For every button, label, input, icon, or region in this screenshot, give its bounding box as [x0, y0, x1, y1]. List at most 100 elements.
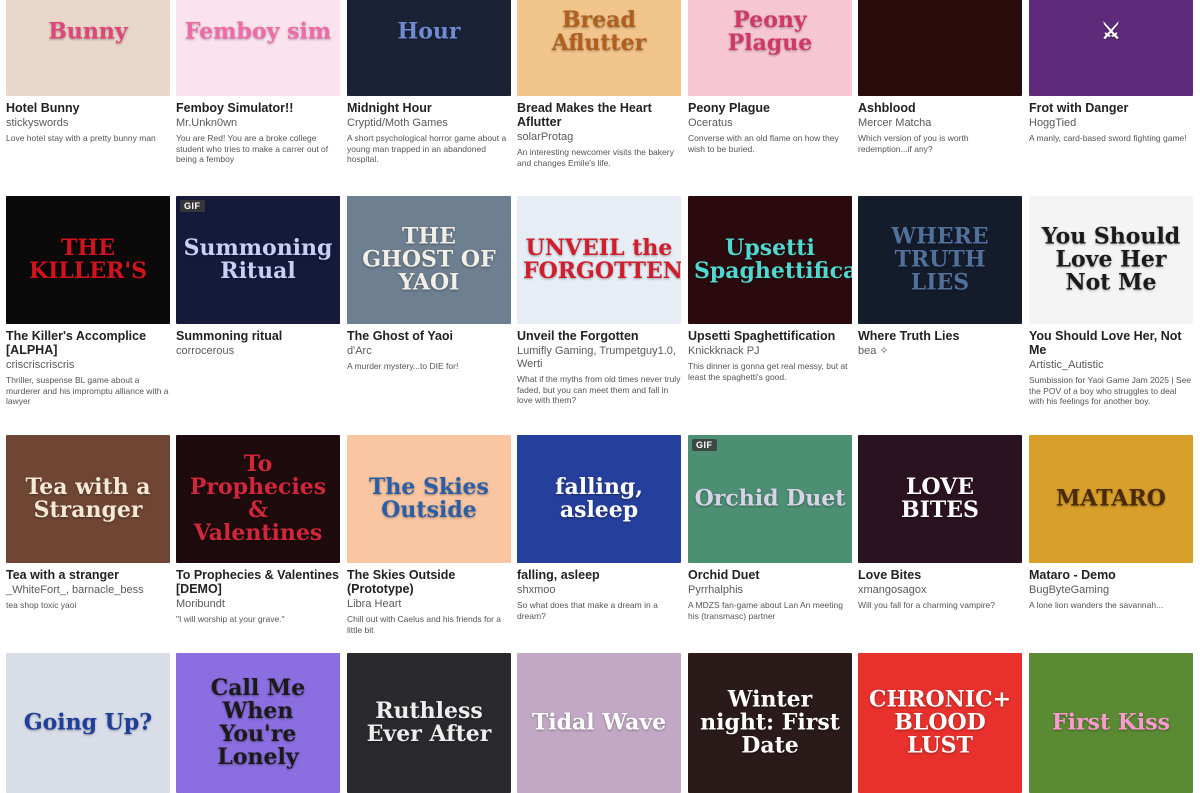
game-title-link[interactable]: Unveil the Forgotten	[517, 329, 681, 343]
game-card[interactable]: WHERE TRUTH LIES Where Truth Lies bea ✧	[858, 196, 1022, 358]
game-card[interactable]: Ashblood Mercer Matcha Which version of yo…	[858, 0, 1022, 154]
game-title-link[interactable]: Hotel Bunny	[6, 101, 170, 115]
game-card[interactable]: Hour Midnight Hour Cryptid/Moth Games A sho…	[347, 0, 511, 165]
game-card[interactable]: Bunny Hotel Bunny stickyswords Love hotel s…	[6, 0, 170, 144]
game-author-link[interactable]: Mercer Matcha	[858, 117, 1022, 130]
game-thumbnail[interactable]: LOVE BITES	[858, 435, 1022, 563]
game-author-link[interactable]: bea ✧	[858, 345, 1022, 358]
game-card[interactable]: Tidal Wave	[517, 653, 681, 793]
game-thumbnail[interactable]: To Prophecies & Valentines	[176, 435, 340, 563]
game-thumbnail[interactable]: Femboy sim	[176, 0, 340, 96]
game-title-link[interactable]: Ashblood	[858, 101, 1022, 115]
game-card[interactable]: Going Up?	[6, 653, 170, 793]
game-thumbnail[interactable]: You Should Love Her Not Me	[1029, 196, 1193, 324]
game-card[interactable]: ⚔ Frot with Danger HoggTied A manly, card-b…	[1029, 0, 1193, 144]
game-author-link[interactable]: Oceratus	[688, 117, 852, 130]
game-thumbnail[interactable]: Bread Aflutter	[517, 0, 681, 96]
game-title-link[interactable]: The Killer's Accomplice [ALPHA]	[6, 329, 170, 357]
game-thumbnail[interactable]: The Skies Outside	[347, 435, 511, 563]
game-author-link[interactable]: Libra Heart	[347, 598, 511, 611]
game-author-link[interactable]: Lumifly Gaming, Trumpetguy1.0, Werti	[517, 345, 681, 371]
game-author-link[interactable]: Mr.Unkn0wn	[176, 117, 340, 130]
game-title-link[interactable]: Love Bites	[858, 568, 1022, 582]
game-thumbnail[interactable]: Peony Plague	[688, 0, 852, 96]
game-card[interactable]: UNVEIL the FORGOTTEN Unveil the Forgotten…	[517, 196, 681, 406]
game-title-link[interactable]: Femboy Simulator!!	[176, 101, 340, 115]
game-description: Love hotel stay with a pretty bunny man	[6, 133, 156, 143]
game-card[interactable]: First Kiss	[1029, 653, 1193, 793]
game-thumbnail[interactable]: Ruthless Ever After	[347, 653, 511, 793]
game-thumbnail[interactable]: THE KILLER'S	[6, 196, 170, 324]
game-title-link[interactable]: Where Truth Lies	[858, 329, 1022, 343]
game-title-link[interactable]: Summoning ritual	[176, 329, 340, 343]
game-author-link[interactable]: _WhiteFort_, barnacle_bess	[6, 584, 170, 597]
game-card[interactable]: Call Me When You're Lonely	[176, 653, 340, 793]
game-thumbnail[interactable]: Summoning Ritual GIF	[176, 196, 340, 324]
game-card[interactable]: Tea with a Stranger Tea with a stranger _W…	[6, 435, 170, 611]
game-thumbnail[interactable]: MATARO	[1029, 435, 1193, 563]
game-author-link[interactable]: Moribundt	[176, 598, 340, 611]
game-title-link[interactable]: Midnight Hour	[347, 101, 511, 115]
game-card[interactable]: You Should Love Her Not Me You Should Lov…	[1029, 196, 1193, 407]
game-title-link[interactable]: Orchid Duet	[688, 568, 852, 582]
game-thumbnail[interactable]: WHERE TRUTH LIES	[858, 196, 1022, 324]
game-title-link[interactable]: falling, asleep	[517, 568, 681, 582]
game-card[interactable]: Winter night: First Date	[688, 653, 852, 793]
game-card[interactable]: Femboy sim Femboy Simulator!! Mr.Unkn0wn Yo…	[176, 0, 340, 165]
game-author-link[interactable]: stickyswords	[6, 117, 170, 130]
game-thumbnail[interactable]: Orchid Duet GIF	[688, 435, 852, 563]
game-author-link[interactable]: Pyrrhalphis	[688, 584, 852, 597]
game-card[interactable]: Upsetti Spaghettification Upsetti Spaghet…	[688, 196, 852, 382]
game-thumbnail[interactable]: THE GHOST OF YAOI	[347, 196, 511, 324]
game-thumbnail[interactable]	[858, 0, 1022, 96]
game-thumbnail[interactable]: Upsetti Spaghettification	[688, 196, 852, 324]
game-thumbnail[interactable]: CHRONIC+ BLOOD LUST	[858, 653, 1022, 793]
game-thumbnail[interactable]: Winter night: First Date	[688, 653, 852, 793]
game-thumbnail[interactable]: Call Me When You're Lonely	[176, 653, 340, 793]
game-author-link[interactable]: criscriscriscris	[6, 359, 170, 372]
game-card[interactable]: Ruthless Ever After	[347, 653, 511, 793]
game-thumbnail[interactable]: Hour	[347, 0, 511, 96]
game-card[interactable]: Summoning Ritual GIF Summoning ritual corro…	[176, 196, 340, 358]
game-card[interactable]: The Skies Outside The Skies Outside (Prot…	[347, 435, 511, 635]
game-thumbnail[interactable]: falling, asleep	[517, 435, 681, 563]
game-thumbnail[interactable]: UNVEIL the FORGOTTEN	[517, 196, 681, 324]
game-title-link[interactable]: Mataro - Demo	[1029, 568, 1193, 582]
game-author-link[interactable]: Knickknack PJ	[688, 345, 852, 358]
game-card[interactable]: THE GHOST OF YAOI The Ghost of Yaoi d'Arc A…	[347, 196, 511, 372]
game-title-link[interactable]: Upsetti Spaghettification	[688, 329, 852, 343]
game-title-link[interactable]: Frot with Danger	[1029, 101, 1193, 115]
game-card[interactable]: LOVE BITES Love Bites xmangosagox Will you …	[858, 435, 1022, 611]
game-author-link[interactable]: shxmoo	[517, 584, 681, 597]
game-author-link[interactable]: corrocerous	[176, 345, 340, 358]
game-card[interactable]: CHRONIC+ BLOOD LUST	[858, 653, 1022, 793]
game-card[interactable]: To Prophecies & Valentines To Prophecies …	[176, 435, 340, 625]
game-thumbnail[interactable]: Bunny	[6, 0, 170, 96]
game-thumbnail[interactable]: Tea with a Stranger	[6, 435, 170, 563]
game-title-link[interactable]: Tea with a stranger	[6, 568, 170, 582]
game-author-link[interactable]: BugByteGaming	[1029, 584, 1193, 597]
game-author-link[interactable]: Cryptid/Moth Games	[347, 117, 511, 130]
game-author-link[interactable]: d'Arc	[347, 345, 511, 358]
game-title-link[interactable]: Bread Makes the Heart Aflutter	[517, 101, 681, 129]
game-thumbnail[interactable]: First Kiss	[1029, 653, 1193, 793]
game-card[interactable]: Bread Aflutter Bread Makes the Heart Aflu…	[517, 0, 681, 168]
game-card[interactable]: Orchid Duet GIF Orchid Duet Pyrrhalphis A MD…	[688, 435, 852, 621]
game-author-link[interactable]: xmangosagox	[858, 584, 1022, 597]
game-thumbnail[interactable]: Going Up?	[6, 653, 170, 793]
game-author-link[interactable]: HoggTied	[1029, 117, 1193, 130]
game-author-link[interactable]: solarProtag	[517, 131, 681, 144]
game-title-link[interactable]: You Should Love Her, Not Me	[1029, 329, 1193, 357]
game-card[interactable]: Peony Plague Peony Plague Oceratus Converse…	[688, 0, 852, 154]
game-card[interactable]: falling, asleep falling, asleep shxmoo So w…	[517, 435, 681, 621]
thumbnail-art-text: THE KILLER'S	[28, 234, 148, 284]
game-author-link[interactable]: Artistic_Autistic	[1029, 359, 1193, 372]
game-card[interactable]: MATARO Mataro - Demo BugByteGaming A lone l…	[1029, 435, 1193, 611]
game-title-link[interactable]: Peony Plague	[688, 101, 852, 115]
game-title-link[interactable]: The Ghost of Yaoi	[347, 329, 511, 343]
game-card[interactable]: THE KILLER'S The Killer's Accomplice [ALP…	[6, 196, 170, 407]
game-title-link[interactable]: The Skies Outside (Prototype)	[347, 568, 511, 596]
game-thumbnail[interactable]: Tidal Wave	[517, 653, 681, 793]
game-thumbnail[interactable]: ⚔	[1029, 0, 1193, 96]
game-title-link[interactable]: To Prophecies & Valentines [DEMO]	[176, 568, 340, 596]
